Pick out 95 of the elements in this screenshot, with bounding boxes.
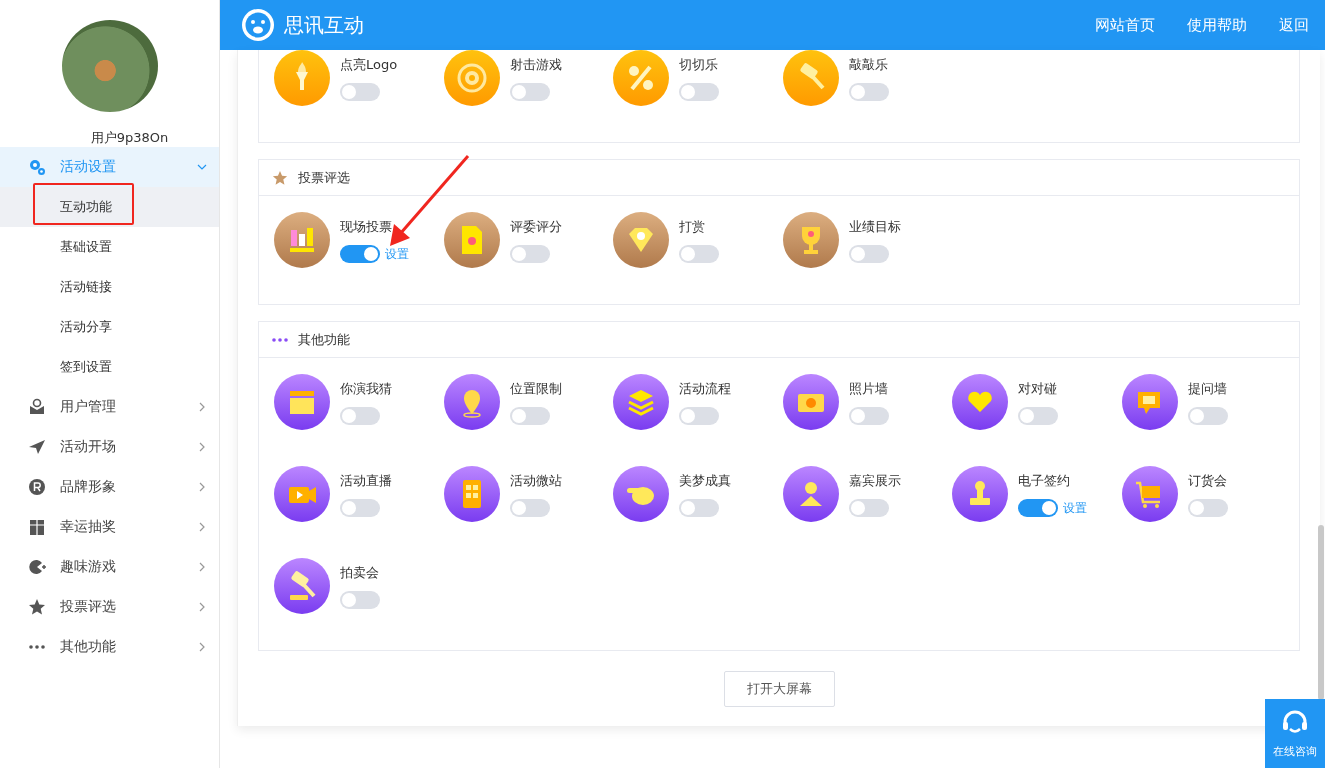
gavel-icon <box>274 558 330 614</box>
submenu-item[interactable]: 活动链接 <box>0 267 219 307</box>
toggle-switch[interactable] <box>848 83 889 101</box>
feature-label: 打赏 <box>679 218 706 236</box>
target-icon <box>443 50 500 106</box>
toggle-switch[interactable] <box>340 591 380 609</box>
bear-face-logo-icon <box>240 7 276 43</box>
toggle-switch[interactable] <box>509 83 550 101</box>
menu-item[interactable]: 品牌形象 <box>0 467 219 507</box>
username: 用户9p38On <box>90 129 169 147</box>
feature-label: 活动微站 <box>509 472 562 490</box>
chevron-icon <box>197 162 207 172</box>
toggle-switch[interactable] <box>340 499 380 517</box>
percent-icon <box>613 50 669 106</box>
toggle-switch[interactable] <box>340 245 380 263</box>
menu-item[interactable]: 活动开场 <box>0 427 219 467</box>
feature-label: 美梦成真 <box>679 472 731 490</box>
submenu-item[interactable]: 活动分享 <box>0 307 219 347</box>
dots-icon <box>28 644 46 650</box>
feature-label: 业绩目标 <box>848 218 901 236</box>
toggle-switch[interactable] <box>1187 407 1228 425</box>
chevron-icon <box>197 562 207 572</box>
feature-label: 切切乐 <box>679 56 719 74</box>
star-icon <box>272 169 288 186</box>
cart-icon <box>1121 466 1178 522</box>
open-big-screen-button[interactable]: 打开大屏幕 <box>723 671 835 707</box>
feature-label: 拍卖会 <box>340 564 380 582</box>
menu-item[interactable]: 幸运抽奖 <box>0 507 219 547</box>
registered-icon <box>28 478 46 496</box>
feature-label: 对对碰 <box>1018 380 1058 398</box>
submenu-item[interactable]: 签到设置 <box>0 347 219 387</box>
toggle-switch[interactable] <box>848 499 889 517</box>
chevron-icon <box>197 402 207 412</box>
layers-icon <box>613 374 669 430</box>
bar-chart-icon <box>274 212 330 268</box>
user-card-icon <box>28 398 46 416</box>
speech-bubble-icon <box>1121 374 1178 430</box>
chevron-icon <box>197 482 207 492</box>
feature-label: 敲敲乐 <box>848 56 889 74</box>
stamp-icon <box>952 466 1008 522</box>
toggle-switch[interactable] <box>509 407 550 425</box>
menu-item[interactable]: 其他功能 <box>0 627 219 667</box>
dots-icon <box>272 337 288 342</box>
toggle-switch[interactable] <box>340 407 380 425</box>
toggle-switch[interactable] <box>1187 499 1228 517</box>
feature-label: 评委评分 <box>509 218 562 236</box>
feature-label: 你演我猜 <box>340 380 392 398</box>
toggle-switch[interactable] <box>340 83 380 101</box>
pacman-icon <box>28 558 46 576</box>
star-icon <box>28 598 46 616</box>
toggle-switch[interactable] <box>679 407 719 425</box>
feature-label: 活动直播 <box>340 472 392 490</box>
feature-label: 活动流程 <box>679 380 731 398</box>
feature-label: 位置限制 <box>509 380 562 398</box>
menu-item[interactable]: 投票评选 <box>0 587 219 627</box>
brand-name: 思讯互动 <box>284 11 364 39</box>
toggle-switch[interactable] <box>1018 407 1058 425</box>
menu-item[interactable]: 用户管理 <box>0 387 219 427</box>
feature-label: 射击游戏 <box>509 56 562 74</box>
feature-label: 点亮Logo <box>340 56 398 74</box>
hammer-icon <box>782 50 839 106</box>
tablet-icon <box>443 466 500 522</box>
toggle-switch[interactable] <box>679 499 719 517</box>
location-pin-icon <box>443 374 500 430</box>
trophy-icon <box>782 212 839 268</box>
clapperboard-icon <box>274 374 330 430</box>
toggle-switch[interactable] <box>848 407 889 425</box>
hearts-icon <box>952 374 1008 430</box>
toggle-switch[interactable] <box>509 245 550 263</box>
torch-icon <box>274 50 330 106</box>
chevron-icon <box>197 522 207 532</box>
toggle-switch[interactable] <box>509 499 550 517</box>
feature-label: 嘉宾展示 <box>848 472 901 490</box>
toggle-switch[interactable] <box>1018 499 1058 517</box>
section-title: 投票评选 <box>298 168 350 187</box>
gears-icon <box>28 158 46 176</box>
chevron-icon <box>197 642 207 652</box>
person-icon <box>782 466 839 522</box>
feature-label: 提问墙 <box>1187 380 1228 398</box>
menu-item[interactable]: 趣味游戏 <box>0 547 219 587</box>
feature-label: 照片墙 <box>848 380 889 398</box>
toggle-switch[interactable] <box>679 83 719 101</box>
tv-icon <box>274 466 330 522</box>
chevron-icon <box>197 442 207 452</box>
scrollbar[interactable] <box>1318 525 1324 700</box>
chevron-icon <box>197 602 207 612</box>
section-title: 其他功能 <box>298 330 350 349</box>
paper-plane-icon <box>28 438 46 456</box>
feature-label: 现场投票 <box>340 218 393 236</box>
camera-icon <box>782 374 839 430</box>
toggle-switch[interactable] <box>848 245 889 263</box>
feature-label: 订货会 <box>1187 472 1228 490</box>
feature-label: 电子签约 <box>1018 472 1071 490</box>
submenu-item[interactable]: 基础设置 <box>0 227 219 267</box>
toggle-switch[interactable] <box>679 245 719 263</box>
